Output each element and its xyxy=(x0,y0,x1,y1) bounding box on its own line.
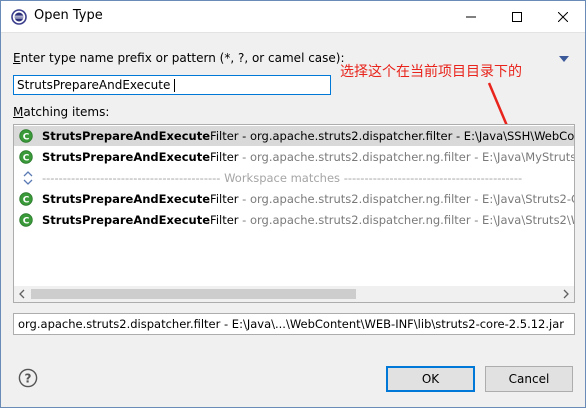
class-icon: C xyxy=(19,150,33,164)
maximize-icon xyxy=(512,11,522,22)
scrollbar-thumb[interactable] xyxy=(31,289,356,299)
svg-text:?: ? xyxy=(25,372,32,386)
title-bar: Open Type xyxy=(1,1,585,33)
maximize-button[interactable] xyxy=(495,1,539,32)
list-item[interactable]: C StrutsPrepareAndExecuteFilter - org.ap… xyxy=(14,147,574,167)
list-item[interactable]: C StrutsPrepareAndExecuteFilter - org.ap… xyxy=(14,126,574,146)
svg-text:C: C xyxy=(23,153,30,163)
svg-text:C: C xyxy=(23,195,30,205)
window-title: Open Type xyxy=(34,8,103,23)
minimize-button[interactable] xyxy=(449,1,493,32)
matching-items-list[interactable]: C StrutsPrepareAndExecuteFilter - org.ap… xyxy=(13,124,575,303)
list-item[interactable]: C StrutsPrepareAndExecuteFilter - org.ap… xyxy=(14,210,574,230)
collapse-expand-icon xyxy=(23,171,33,185)
close-icon xyxy=(558,11,568,22)
matching-items-label: Matching items: xyxy=(13,105,110,119)
ok-button[interactable]: OK xyxy=(386,366,475,392)
type-name-input-box[interactable] xyxy=(13,75,331,95)
workspace-matches-separator: ----------------------------------------… xyxy=(14,168,574,188)
eclipse-app-icon xyxy=(11,9,27,25)
open-type-dialog: Open Type Enter type name prefix or patt… xyxy=(0,0,586,408)
view-menu-icon[interactable] xyxy=(558,55,570,63)
annotation-text: 选择这个在当前项目目录下的 xyxy=(340,64,522,80)
cancel-button[interactable]: Cancel xyxy=(485,366,573,392)
minimize-icon xyxy=(466,16,476,17)
type-name-input[interactable] xyxy=(14,76,330,94)
scroll-right-icon[interactable] xyxy=(558,286,574,302)
svg-text:C: C xyxy=(23,216,30,226)
class-icon: C xyxy=(19,129,33,143)
svg-text:C: C xyxy=(23,132,30,142)
class-icon: C xyxy=(19,192,33,206)
type-name-label: Enter type name prefix or pattern (*, ?,… xyxy=(13,51,345,65)
help-icon[interactable]: ? xyxy=(18,368,38,388)
scroll-left-icon[interactable] xyxy=(14,286,30,302)
close-button[interactable] xyxy=(541,1,585,32)
text-caret xyxy=(174,79,175,92)
list-item[interactable]: C StrutsPrepareAndExecuteFilter - org.ap… xyxy=(14,189,574,209)
horizontal-scrollbar[interactable] xyxy=(14,286,574,302)
class-icon: C xyxy=(19,213,33,227)
selected-item-path: org.apache.struts2.dispatcher.filter - E… xyxy=(13,313,575,335)
